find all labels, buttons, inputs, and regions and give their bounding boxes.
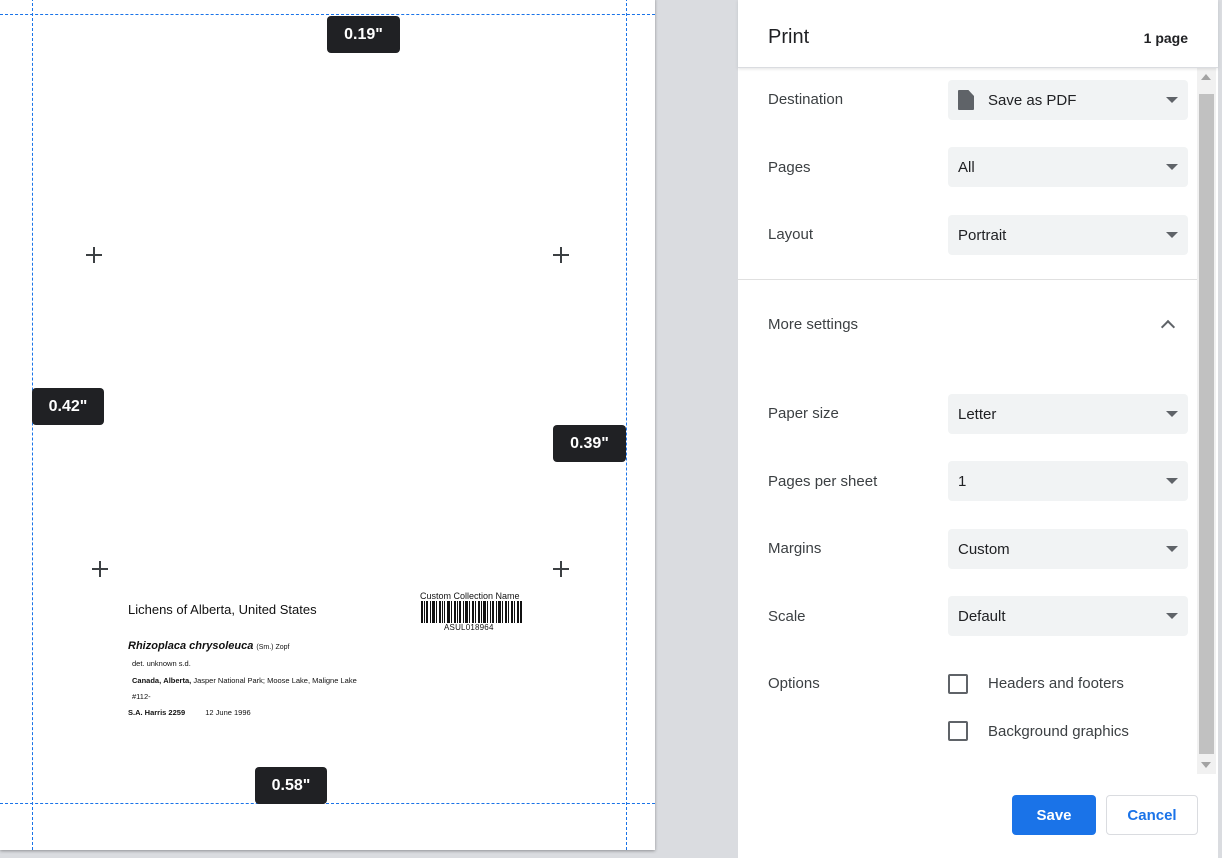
top-margin-chip: 0.19" <box>327 16 400 53</box>
scrollbar-thumb[interactable] <box>1199 94 1214 754</box>
margins-value: Custom <box>958 540 1010 558</box>
right-margin-chip: 0.39" <box>553 425 626 462</box>
crosshair-icon <box>86 247 102 263</box>
paper-size-value: Letter <box>958 405 997 423</box>
more-settings-toggle[interactable]: More settings <box>768 316 858 333</box>
paper-size-select[interactable]: Letter <box>948 394 1188 434</box>
pages-label: Pages <box>768 159 811 176</box>
caret-down-icon <box>1166 164 1178 170</box>
label-title: Lichens of Alberta, United States <box>128 602 317 617</box>
barcode-image <box>421 601 522 623</box>
pages-per-sheet-value: 1 <box>958 472 967 490</box>
scale-label: Scale <box>768 608 806 625</box>
paper-size-label: Paper size <box>768 405 839 422</box>
preview-page: 0.19" 0.42" 0.39" 0.58" Lichens of Alber… <box>0 0 655 850</box>
left-margin-chip: 0.42" <box>32 388 104 425</box>
species-line: Rhizoplaca chrysoleuca (Sm.) Zopf <box>128 640 289 652</box>
options-label: Options <box>768 675 820 692</box>
pages-select[interactable]: All <box>948 147 1188 187</box>
barcode-text: ASUL018964 <box>444 623 494 632</box>
caret-down-icon <box>1166 411 1178 417</box>
print-dialog: Print 1 page Destination Save as PDF Pag… <box>738 0 1218 858</box>
caret-down-icon <box>1166 478 1178 484</box>
destination-label: Destination <box>768 91 844 108</box>
pages-per-sheet-select[interactable]: 1 <box>948 461 1188 501</box>
scale-value: Default <box>958 607 1006 625</box>
layout-select[interactable]: Portrait <box>948 215 1188 255</box>
caret-down-icon <box>1166 97 1178 103</box>
file-icon <box>958 90 974 110</box>
scroll-down-arrow-icon[interactable] <box>1201 762 1211 768</box>
margins-select[interactable]: Custom <box>948 529 1188 569</box>
chevron-up-icon[interactable] <box>1160 319 1176 335</box>
caret-down-icon <box>1166 232 1178 238</box>
settings-list: Destination Save as PDF Pages All Layout… <box>738 68 1218 774</box>
dialog-header: Print 1 page <box>738 0 1218 68</box>
page-count: 1 page <box>1143 30 1188 46</box>
section-divider <box>738 279 1198 280</box>
background-graphics-label[interactable]: Background graphics <box>988 723 1129 740</box>
province: Alberta, <box>163 676 192 685</box>
top-margin-guide[interactable] <box>0 14 655 15</box>
background-graphics-checkbox[interactable] <box>948 721 968 741</box>
country: Canada, <box>132 676 162 685</box>
collector: S.A. Harris 2259 <box>128 708 186 717</box>
destination-value: Save as PDF <box>988 91 1077 109</box>
specimen-number: #112- <box>132 692 151 701</box>
collection-date: 12 June 1996 <box>205 708 251 717</box>
pages-per-sheet-label: Pages per sheet <box>768 473 878 490</box>
species-author: (Sm.) Zopf <box>256 644 290 651</box>
crosshair-icon <box>553 561 569 577</box>
species-name: Rhizoplaca chrysoleuca <box>128 640 254 652</box>
headers-footers-label[interactable]: Headers and footers <box>988 675 1124 692</box>
caret-down-icon <box>1166 546 1178 552</box>
destination-select[interactable]: Save as PDF <box>948 80 1188 120</box>
save-button[interactable]: Save <box>1012 795 1096 835</box>
left-margin-guide[interactable] <box>32 0 33 850</box>
bottom-margin-chip: 0.58" <box>255 767 327 804</box>
locality-line: Canada, Alberta, Jasper National Park; M… <box>132 676 357 685</box>
crosshair-icon <box>553 247 569 263</box>
scroll-up-arrow-icon[interactable] <box>1201 74 1211 80</box>
cancel-button[interactable]: Cancel <box>1106 795 1198 835</box>
scrollbar[interactable] <box>1197 68 1216 774</box>
collection-name: Custom Collection Name <box>420 591 520 601</box>
headers-footers-checkbox[interactable] <box>948 674 968 694</box>
margins-label: Margins <box>768 540 822 557</box>
layout-label: Layout <box>768 226 814 243</box>
locality: Jasper National Park; Moose Lake, Malign… <box>193 676 357 685</box>
right-margin-guide[interactable] <box>626 0 627 850</box>
determination: det. unknown s.d. <box>132 659 191 668</box>
caret-down-icon <box>1166 613 1178 619</box>
layout-value: Portrait <box>958 226 1007 244</box>
collector-line: S.A. Harris 2259 12 June 1996 <box>128 708 251 717</box>
pages-value: All <box>958 158 975 176</box>
bottom-margin-guide[interactable] <box>0 803 655 804</box>
scale-select[interactable]: Default <box>948 596 1188 636</box>
print-preview: 0.19" 0.42" 0.39" 0.58" Lichens of Alber… <box>0 0 738 858</box>
dialog-title: Print <box>768 26 810 48</box>
crosshair-icon <box>92 561 108 577</box>
